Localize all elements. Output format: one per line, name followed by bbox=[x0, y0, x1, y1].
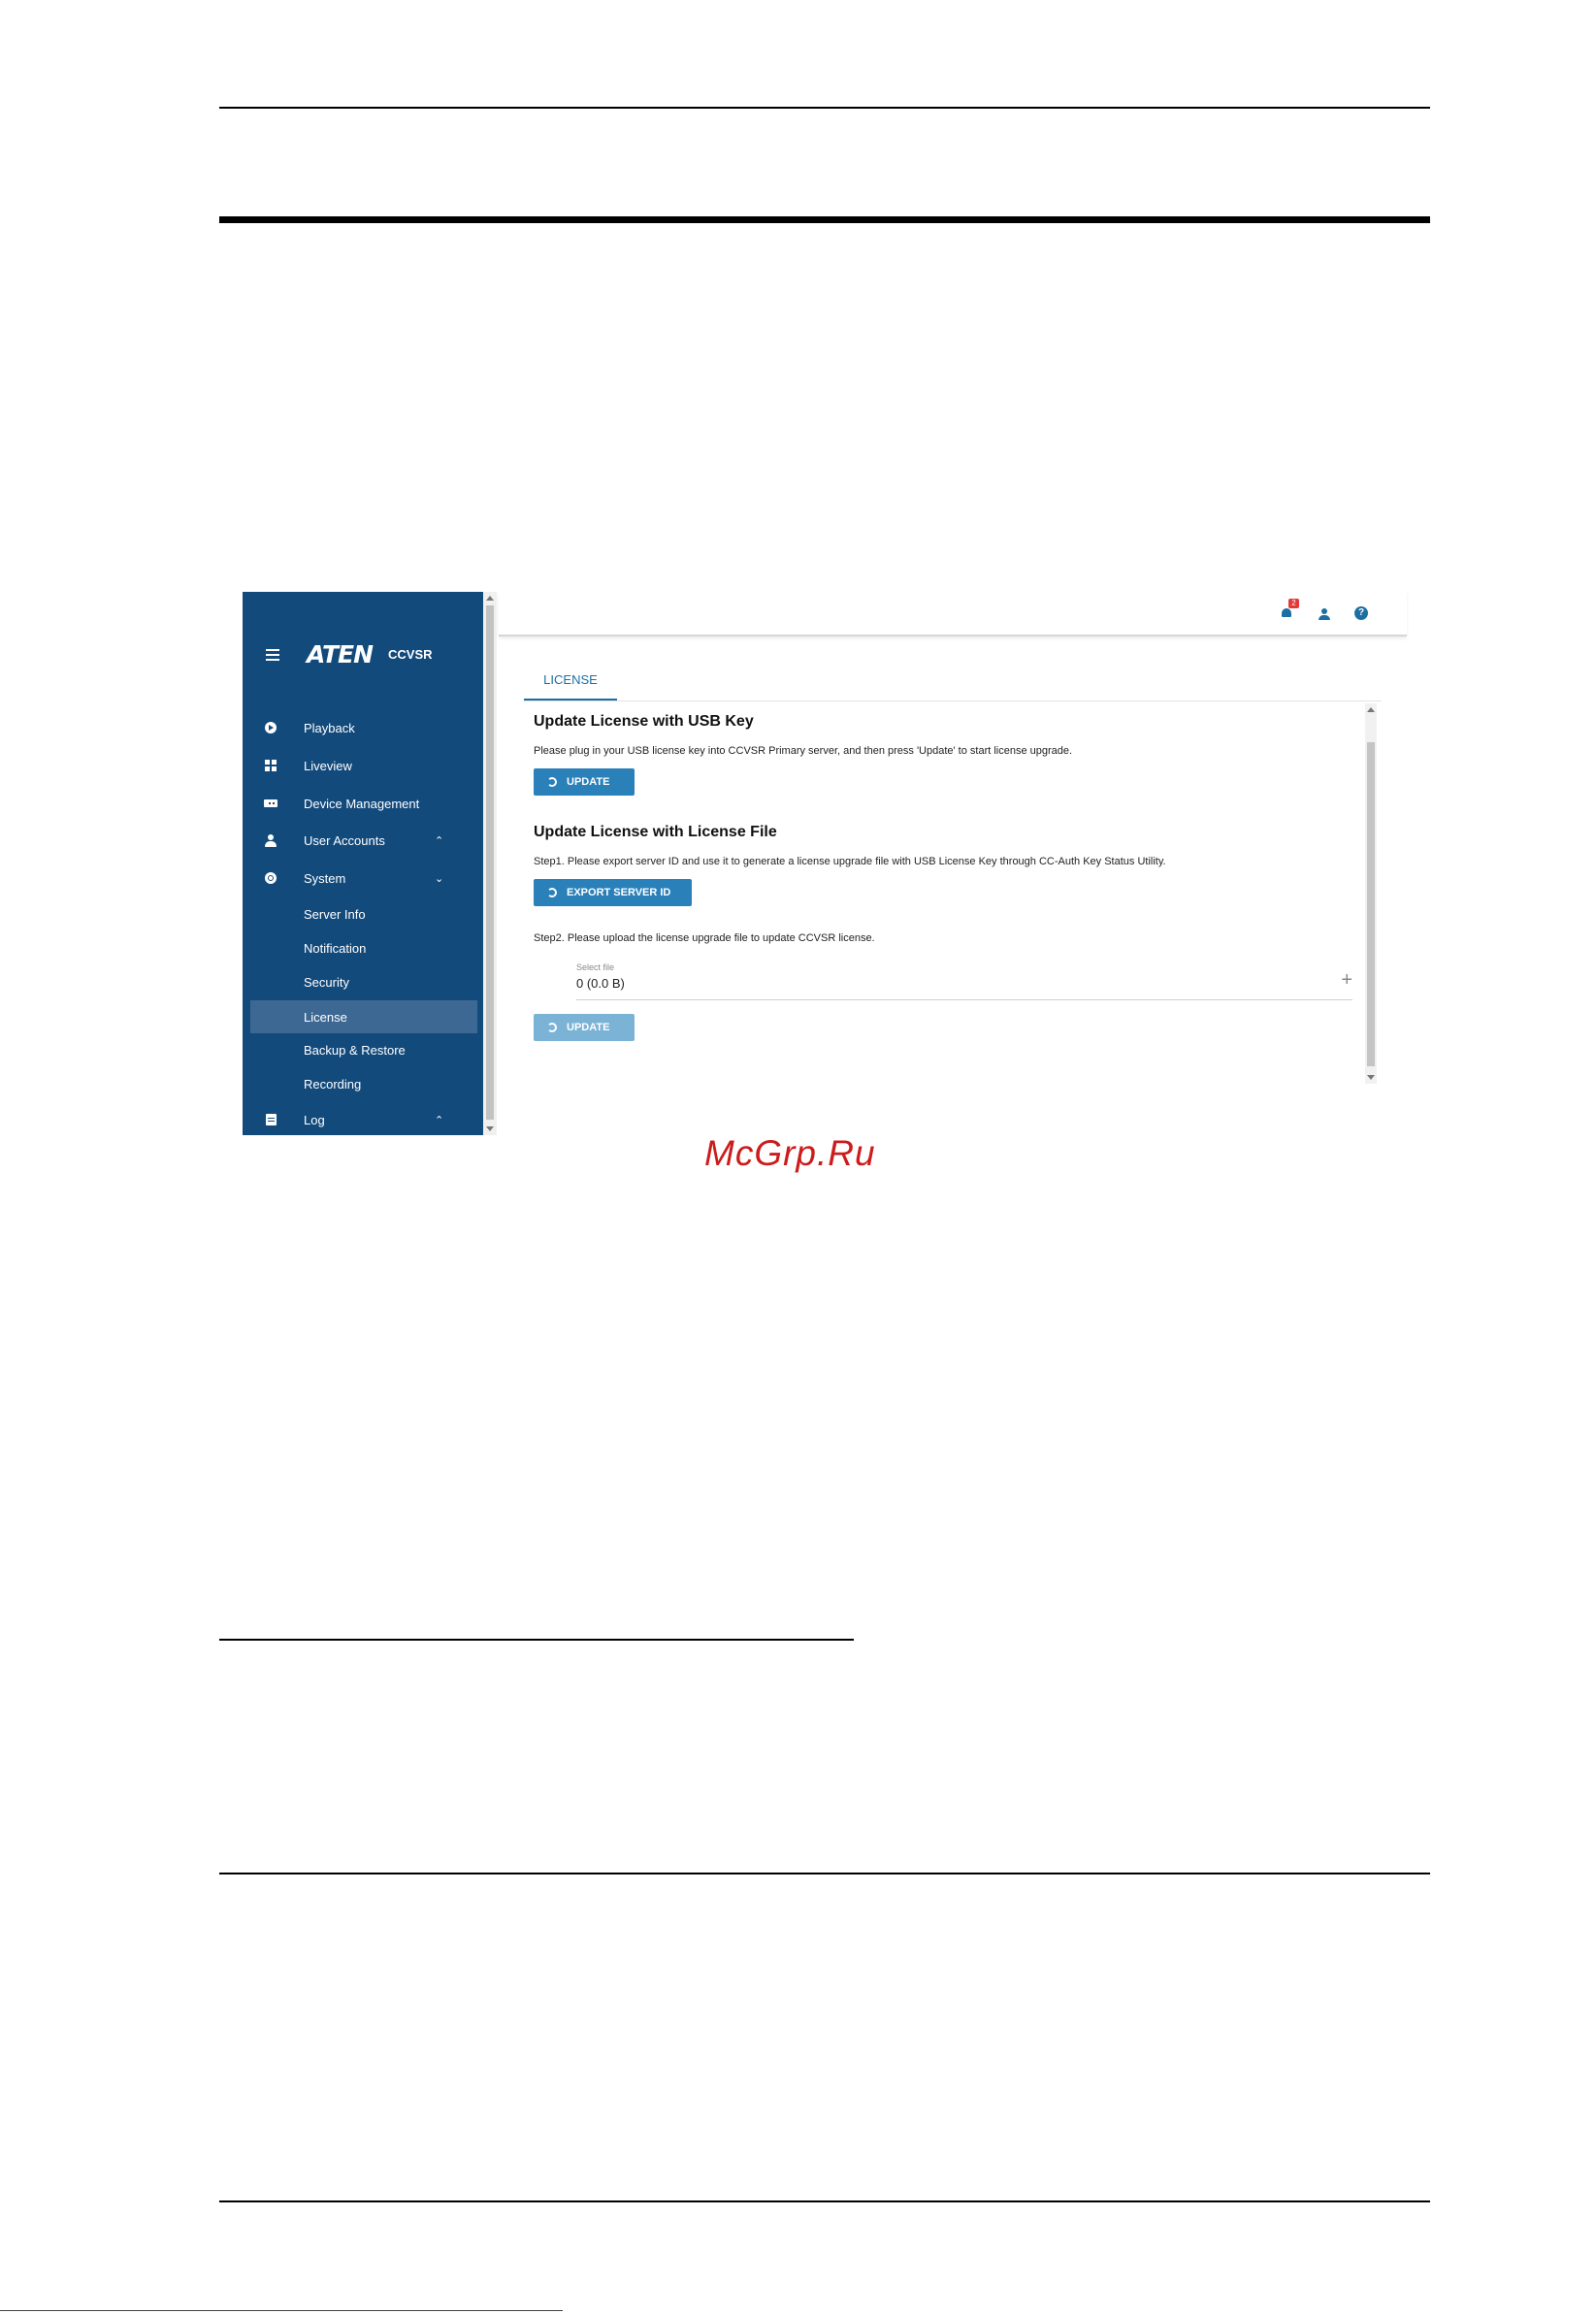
footnote-rule bbox=[219, 1639, 854, 1641]
person-icon bbox=[264, 833, 277, 847]
button-label: UPDATE bbox=[567, 1022, 610, 1033]
footer-rule-bottom bbox=[219, 2200, 1430, 2202]
sidebar-item-label: Log bbox=[304, 1112, 325, 1127]
sidebar-item-system[interactable]: System ⌄ bbox=[243, 863, 483, 894]
usb-section-title: Update License with USB Key bbox=[534, 713, 754, 730]
sidebar-item-label: Playback bbox=[304, 720, 355, 735]
sidebar-item-server-info[interactable]: Server Info bbox=[243, 898, 483, 929]
top-bar: 2 ? bbox=[499, 592, 1407, 636]
grid-icon bbox=[264, 759, 277, 772]
sidebar-item-label: License bbox=[304, 1009, 347, 1025]
aten-logo: ATEN bbox=[307, 640, 374, 668]
content-scrollbar[interactable] bbox=[1365, 703, 1377, 1084]
sidebar-item-notification[interactable]: Notification bbox=[243, 932, 483, 963]
notification-badge: 2 bbox=[1288, 599, 1299, 608]
scrollbar-thumb[interactable] bbox=[486, 605, 494, 1120]
sidebar-item-playback[interactable]: Playback bbox=[243, 712, 483, 743]
sidebar-item-security[interactable]: Security bbox=[243, 966, 483, 997]
sidebar: ATEN CCVSR Playback Liveview Device Mana… bbox=[243, 592, 483, 1135]
add-file-icon[interactable]: + bbox=[1341, 970, 1352, 990]
file-update-button[interactable]: UPDATE bbox=[534, 1014, 635, 1041]
sidebar-item-liveview[interactable]: Liveview bbox=[243, 750, 483, 781]
app-screenshot: ATEN CCVSR Playback Liveview Device Mana… bbox=[243, 592, 1407, 1135]
scroll-up-arrow-icon[interactable] bbox=[486, 596, 494, 601]
restore-icon bbox=[547, 888, 557, 897]
restore-icon bbox=[547, 1023, 557, 1032]
sidebar-item-recording[interactable]: Recording bbox=[243, 1068, 483, 1099]
sidebar-item-license[interactable]: License bbox=[250, 1000, 477, 1033]
sidebar-item-label: Notification bbox=[304, 940, 367, 956]
hamburger-menu-icon[interactable] bbox=[266, 648, 279, 661]
product-name: CCVSR bbox=[388, 647, 433, 662]
gear-icon bbox=[264, 871, 277, 885]
scrollbar-thumb[interactable] bbox=[1367, 742, 1375, 1066]
sidebar-item-label: Backup & Restore bbox=[304, 1042, 406, 1058]
button-label: UPDATE bbox=[567, 776, 610, 788]
usb-section-description: Please plug in your USB license key into… bbox=[534, 745, 1073, 757]
step2-text: Step2. Please upload the license upgrade… bbox=[534, 932, 875, 944]
help-icon[interactable]: ? bbox=[1354, 606, 1368, 620]
brand: ATEN CCVSR bbox=[266, 640, 433, 668]
sidebar-item-backup-restore[interactable]: Backup & Restore bbox=[243, 1034, 483, 1065]
sidebar-item-label: Device Management bbox=[304, 796, 420, 811]
sidebar-item-label: Liveview bbox=[304, 758, 352, 773]
sidebar-item-label: Server Info bbox=[304, 906, 366, 922]
select-file-field[interactable]: Select file 0 (0.0 B) + bbox=[576, 962, 1352, 1000]
button-label: EXPORT SERVER ID bbox=[567, 887, 671, 898]
export-server-id-button[interactable]: EXPORT SERVER ID bbox=[534, 879, 692, 906]
page-edge-rule bbox=[0, 2310, 563, 2311]
account-icon[interactable] bbox=[1318, 606, 1331, 620]
sidebar-item-label: System bbox=[304, 870, 346, 886]
tab-license[interactable]: LICENSE bbox=[524, 660, 617, 701]
section-rule bbox=[219, 216, 1430, 223]
scroll-down-arrow-icon[interactable] bbox=[486, 1126, 494, 1131]
scroll-down-arrow-icon[interactable] bbox=[1367, 1075, 1375, 1080]
restore-icon bbox=[547, 777, 557, 787]
chevron-up-icon: ⌃ bbox=[435, 1114, 444, 1126]
sidebar-item-user-accounts[interactable]: User Accounts ⌃ bbox=[243, 825, 483, 856]
step1-text: Step1. Please export server ID and use i… bbox=[534, 856, 1166, 867]
sidebar-item-label: Security bbox=[304, 974, 349, 990]
select-file-label: Select file bbox=[576, 962, 615, 972]
scroll-up-arrow-icon[interactable] bbox=[1367, 707, 1375, 712]
log-icon bbox=[264, 1113, 277, 1126]
sidebar-item-device-management[interactable]: Device Management bbox=[243, 788, 483, 819]
header-rule bbox=[219, 107, 1430, 109]
sidebar-item-label: User Accounts bbox=[304, 832, 385, 848]
file-section-title: Update License with License File bbox=[534, 824, 777, 840]
sidebar-item-log[interactable]: Log ⌃ bbox=[243, 1104, 483, 1135]
select-file-value: 0 (0.0 B) bbox=[576, 976, 625, 991]
usb-update-button[interactable]: UPDATE bbox=[534, 768, 635, 796]
play-circle-icon bbox=[264, 721, 277, 734]
device-icon bbox=[264, 797, 277, 810]
chevron-up-icon: ⌃ bbox=[435, 834, 444, 847]
sidebar-scrollbar[interactable] bbox=[483, 592, 497, 1135]
chevron-down-icon: ⌄ bbox=[435, 872, 444, 885]
watermark: McGrp.Ru bbox=[704, 1133, 876, 1173]
sidebar-item-label: Recording bbox=[304, 1076, 362, 1092]
bell-icon[interactable]: 2 bbox=[1281, 599, 1299, 620]
footer-rule-top bbox=[219, 1873, 1430, 1874]
